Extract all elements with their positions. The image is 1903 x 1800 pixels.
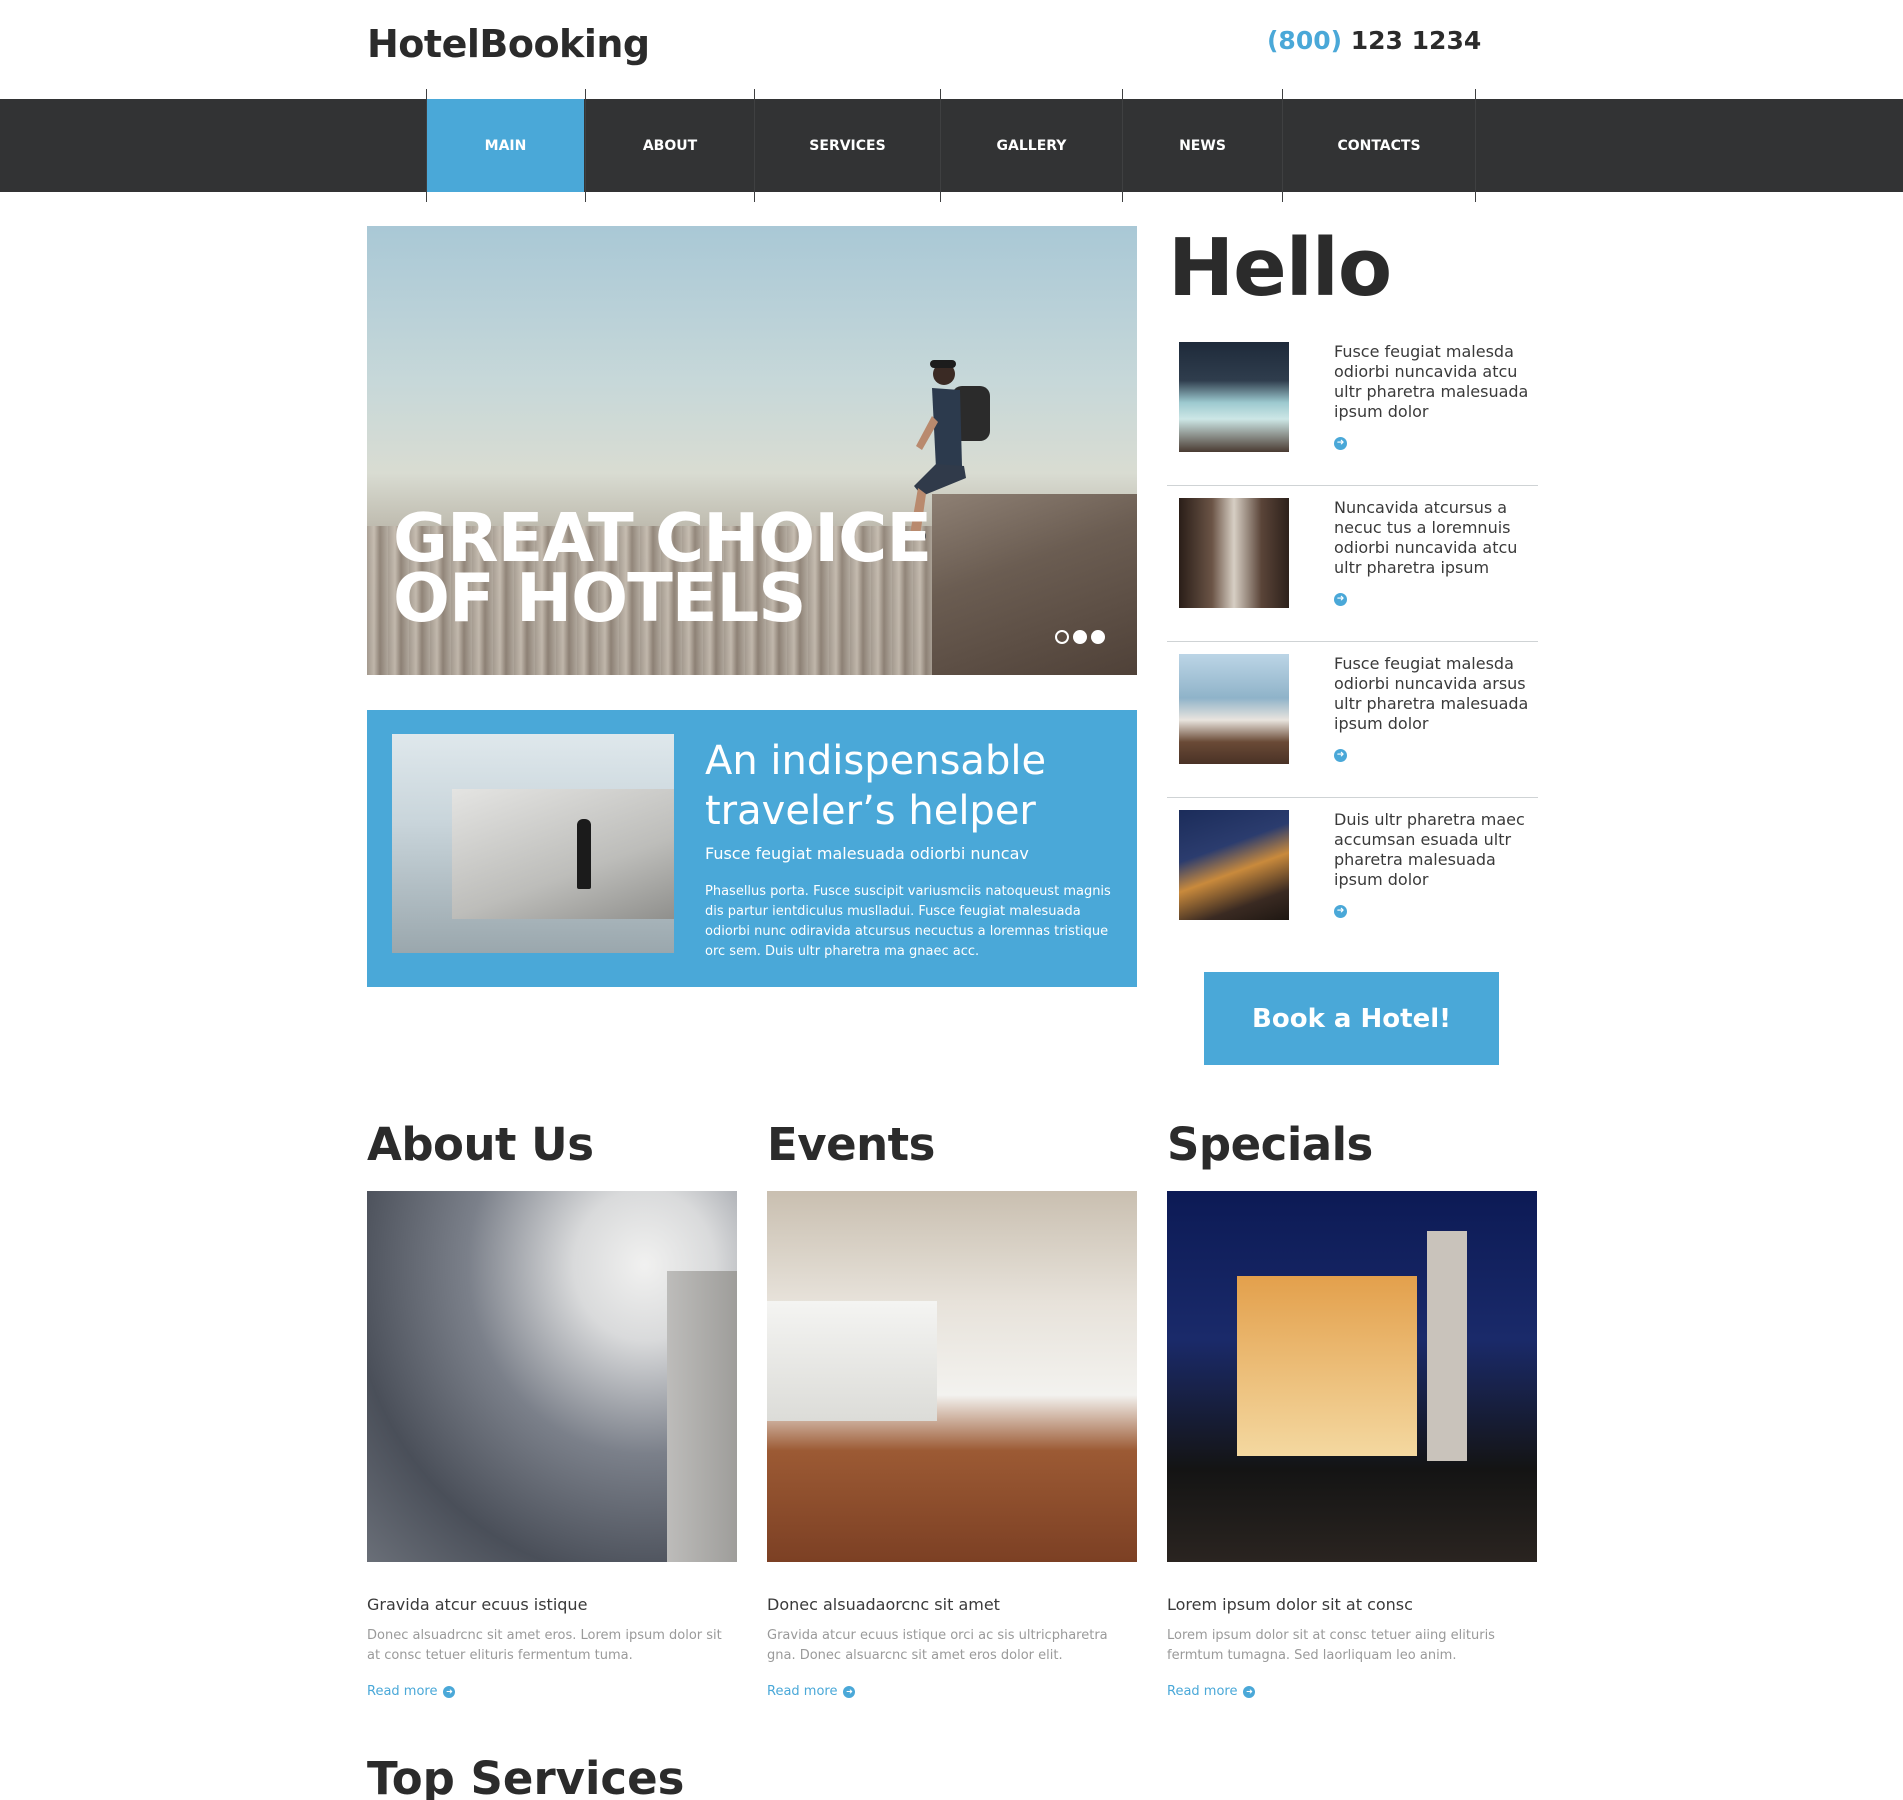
read-more-label: Read more [1167,1684,1238,1699]
arrow-right-icon[interactable]: ➜ [1334,593,1347,606]
top-services-title: Top Services [367,1752,685,1800]
arrow-right-icon[interactable]: ➜ [1334,905,1347,918]
read-more-label: Read more [367,1684,438,1699]
specials-text: Lorem ipsum dolor sit at consc tetuer ai… [1167,1628,1495,1663]
specials-subtitle: Lorem ipsum dolor sit at consc [1167,1595,1413,1614]
main-nav: MAIN ABOUT SERVICES GALLERY NEWS CONTACT… [0,89,1903,202]
nav-item-gallery[interactable]: GALLERY [941,99,1122,192]
arrow-right-icon[interactable]: ➜ [1334,437,1347,450]
sidebar-list-item: Duis ultr pharetra maec accumsan esuada … [1167,798,1538,954]
slider-dot[interactable] [1073,630,1087,644]
house-photo[interactable] [1179,810,1289,920]
businessman-figure-icon [577,819,591,889]
kitchen-cabinets-shape [767,1301,937,1421]
nav-item-main[interactable]: MAIN [427,99,584,192]
arrow-right-icon: ➜ [843,1685,856,1698]
nav-divider [1475,89,1476,202]
arrow-right-icon: ➜ [1243,1685,1256,1698]
slider-dot[interactable] [1091,630,1105,644]
nav-item-contacts[interactable]: CONTACTS [1283,99,1475,192]
phone-number: (800) 123 1234 [1267,26,1481,55]
events-subtitle: Donec alsuadaorcnc sit amet [767,1595,1000,1614]
events-read-more-link[interactable]: Read more ➜ [767,1684,856,1699]
nav-item-about[interactable]: ABOUT [586,99,754,192]
book-hotel-button[interactable]: Book a Hotel! [1204,972,1499,1065]
wall-shape [1427,1231,1467,1461]
sidebar-list-item: Nuncavida atcursus a necuc tus a loremnu… [1167,486,1538,642]
bathtub-photo[interactable] [1179,654,1289,764]
helper-subtitle: Fusce feugiat malesuada odiorbi nuncav [705,844,1029,863]
sidebar-list-item: Fusce feugiat malesda odiorbi nuncavida … [1167,330,1538,486]
sidebar-list-item: Fusce feugiat malesda odiorbi nuncavida … [1167,642,1538,798]
helper-body-text: Phasellus porta. Fusce suscipit variusmc… [705,884,1111,959]
modern-building-photo [392,734,674,953]
lit-room-shape [1237,1276,1417,1456]
pool-photo[interactable] [1179,342,1289,452]
concrete-column-shape [667,1271,737,1562]
hero-slider[interactable]: GREAT CHOICE OF HOTELS [367,226,1137,675]
about-us-subtitle: Gravida atcur ecuus istique [367,1595,588,1614]
phone-area-code: (800) [1267,26,1343,55]
events-title: Events [767,1118,935,1171]
sidebar-item-text: Nuncavida atcursus a necuc tus a loremnu… [1334,498,1518,577]
site-logo[interactable]: HotelBooking [367,22,650,66]
specials-read-more-link[interactable]: Read more ➜ [1167,1684,1256,1699]
bathroom-photo[interactable] [1179,498,1289,608]
sidebar-item-text: Fusce feugiat malesda odiorbi nuncavida … [1334,654,1529,733]
sidebar-item-text: Fusce feugiat malesda odiorbi nuncavida … [1334,342,1529,421]
arrow-right-icon: ➜ [443,1685,456,1698]
building-slab-shape [452,789,674,919]
arrow-right-icon[interactable]: ➜ [1334,749,1347,762]
sidebar-item-text: Duis ultr pharetra maec accumsan esuada … [1334,810,1525,889]
helper-title: An indispensable traveler’s helper [705,738,1047,834]
hero-title: GREAT CHOICE OF HOTELS [393,499,932,637]
slider-dot[interactable] [1055,630,1069,644]
nav-item-services[interactable]: SERVICES [755,99,940,192]
about-us-text: Donec alsuadrcnc sit amet eros. Lorem ip… [367,1628,722,1663]
phone-digits: 123 1234 [1350,26,1482,55]
events-text: Gravida atcur ecuus istique orci ac sis … [767,1628,1108,1663]
events-photo[interactable] [767,1191,1137,1562]
specials-photo[interactable] [1167,1191,1537,1562]
nav-item-news[interactable]: NEWS [1123,99,1282,192]
about-us-read-more-link[interactable]: Read more ➜ [367,1684,456,1699]
about-us-photo[interactable] [367,1191,737,1562]
specials-title: Specials [1167,1118,1373,1171]
slider-pagination [1055,630,1105,644]
site-header: HotelBooking (800) 123 1234 [0,0,1903,99]
read-more-label: Read more [767,1684,838,1699]
helper-banner: An indispensable traveler’s helper Fusce… [367,710,1137,987]
about-us-title: About Us [367,1118,594,1171]
sidebar-title: Hello [1168,222,1392,314]
